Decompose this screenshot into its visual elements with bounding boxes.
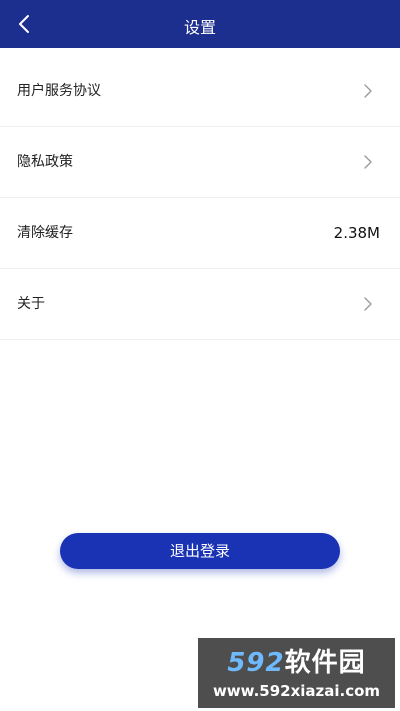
settings-item-about[interactable]: 关于: [0, 269, 400, 340]
settings-item-label: 清除缓存: [17, 225, 73, 241]
chevron-right-icon: [364, 155, 372, 169]
top-app-bar: 设置: [0, 0, 400, 48]
settings-item-user-agreement[interactable]: 用户服务协议: [0, 56, 400, 127]
page-title: 设置: [183, 18, 216, 37]
watermark-brand: 592软件园: [198, 646, 395, 680]
watermark-url: www.592xiazai.com: [212, 682, 381, 700]
settings-list: 用户服务协议 隐私政策 清除缓存 2.38M 关于: [0, 56, 400, 340]
watermark-number: 592: [227, 648, 285, 678]
cache-size-value: 2.38M: [333, 224, 380, 242]
chevron-right-icon: [364, 297, 372, 311]
settings-item-label: 关于: [17, 296, 45, 312]
watermark-name: 软件园: [284, 648, 366, 678]
settings-item-clear-cache[interactable]: 清除缓存 2.38M: [0, 198, 400, 269]
settings-item-label: 用户服务协议: [17, 83, 101, 99]
watermark-logo: 592软件园 www.592xiazai.com: [198, 638, 395, 708]
settings-item-privacy-policy[interactable]: 隐私政策: [0, 127, 400, 198]
settings-item-label: 隐私政策: [17, 154, 73, 170]
logout-button[interactable]: 退出登录: [60, 533, 340, 569]
chevron-right-icon: [364, 84, 372, 98]
